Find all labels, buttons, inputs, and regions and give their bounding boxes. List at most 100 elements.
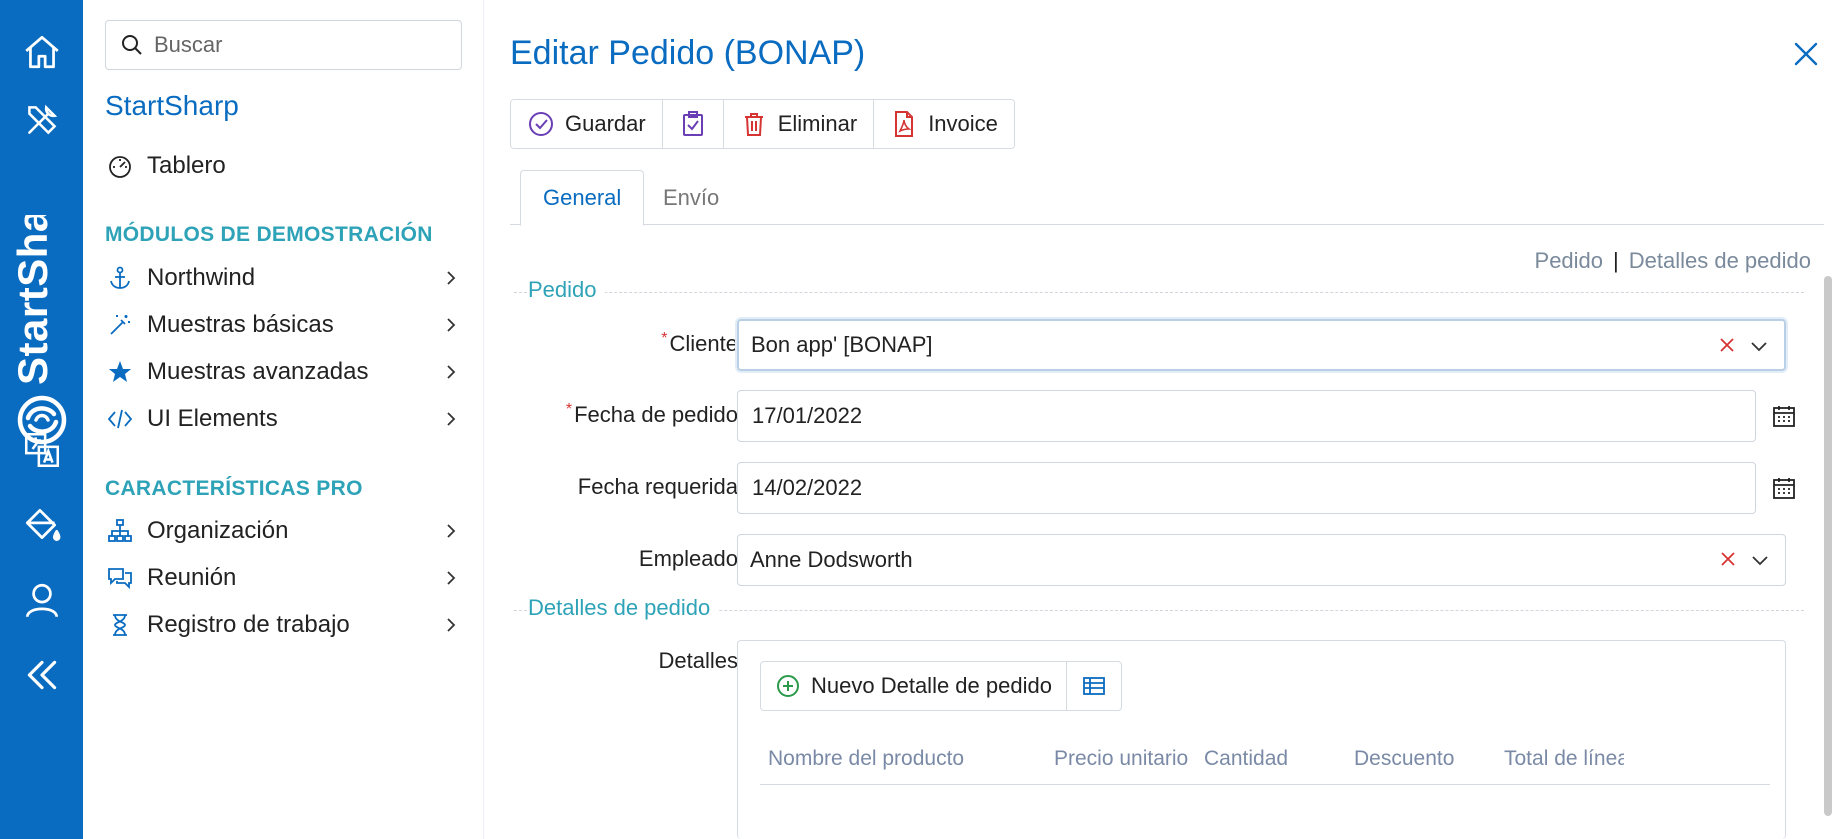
order-date-label-text: Fecha de pedido xyxy=(574,402,738,427)
sidebar-item-ui-elements[interactable]: UI Elements xyxy=(105,399,465,439)
scrollbar-thumb[interactable] xyxy=(1824,276,1832,816)
category-link-details[interactable]: Detalles de pedido xyxy=(1629,248,1811,274)
invoice-button[interactable]: Invoice xyxy=(874,100,1014,148)
chevron-right-icon xyxy=(447,318,456,332)
icon-rail: StartShar xyxy=(0,0,83,839)
category-title: Pedido xyxy=(528,277,605,303)
chevron-right-icon xyxy=(447,412,456,426)
required-date-input[interactable]: 14/02/2022 xyxy=(737,462,1756,514)
column-header-discount[interactable]: Descuento xyxy=(1354,747,1454,771)
sidebar-item-label: Muestras básicas xyxy=(147,311,334,338)
required-date-label: Fecha requerida xyxy=(577,474,738,499)
clear-icon[interactable] xyxy=(1716,334,1738,356)
sidebar-item-label: Northwind xyxy=(147,264,256,291)
pdf-icon xyxy=(895,111,914,137)
collapse-icon[interactable] xyxy=(20,653,64,697)
star-icon xyxy=(105,357,135,387)
close-icon[interactable] xyxy=(1790,38,1822,70)
chevron-down-icon[interactable] xyxy=(1748,335,1770,357)
sidebar-item-label: Tablero xyxy=(147,152,226,179)
column-header-product[interactable]: Nombre del producto xyxy=(768,747,964,771)
details-label: Detalles xyxy=(658,648,738,673)
customer-value: Bon app' [BONAP] xyxy=(751,332,933,357)
sidebar-item-northwind[interactable]: Northwind xyxy=(105,258,465,298)
required-marker: * xyxy=(661,330,668,347)
brand-text: StartShar xyxy=(10,215,56,385)
tab-bar: General Envío xyxy=(510,170,1824,226)
customer-label: *Cliente xyxy=(661,330,738,357)
category-order: Pedido xyxy=(514,277,1804,307)
apply-changes-button[interactable] xyxy=(662,100,724,148)
calendar-icon[interactable] xyxy=(1771,475,1797,501)
sidebar-item-worklog[interactable]: Registro de trabajo xyxy=(105,605,465,645)
save-label: Guardar xyxy=(565,111,646,136)
anchor-icon xyxy=(105,263,135,293)
trash-icon xyxy=(744,113,763,136)
employee-value: Anne Dodsworth xyxy=(750,547,913,572)
tab-general[interactable]: General xyxy=(520,170,645,226)
sidebar-item-label: UI Elements xyxy=(147,405,278,432)
customer-select[interactable]: Bon app' [BONAP] xyxy=(737,319,1786,371)
sidebar-item-advanced-samples[interactable]: Muestras avanzadas xyxy=(105,352,465,392)
sidebar-item-organization[interactable]: Organización xyxy=(105,511,465,551)
employee-select[interactable]: Anne Dodsworth xyxy=(737,534,1786,586)
required-marker: * xyxy=(565,401,573,418)
link-separator: | xyxy=(1613,248,1619,273)
user-icon[interactable] xyxy=(20,578,64,622)
new-detail-button[interactable]: Nuevo Detalle de pedido xyxy=(761,662,1067,710)
chevron-right-icon xyxy=(447,524,456,538)
details-grid: Nuevo Detalle de pedido Nombre del produ… xyxy=(737,640,1786,839)
column-header-line-total[interactable]: Total de línea xyxy=(1504,747,1624,771)
page-title: Editar Pedido (BONAP) xyxy=(510,34,866,72)
tools-icon[interactable] xyxy=(20,98,64,142)
chevron-down-icon[interactable] xyxy=(1749,549,1771,571)
delete-label: Eliminar xyxy=(777,111,858,136)
table-icon xyxy=(1083,677,1105,695)
chevron-right-icon xyxy=(447,271,456,285)
category-link-order[interactable]: Pedido xyxy=(1535,248,1604,274)
search-input[interactable] xyxy=(154,32,454,58)
chevron-right-icon xyxy=(447,571,456,585)
sidebar-item-label: Organización xyxy=(147,517,289,544)
sidebar-item-label: Muestras avanzadas xyxy=(147,358,369,385)
home-icon[interactable] xyxy=(20,30,64,74)
category-divider xyxy=(514,292,1804,293)
sidebar-item-label: Reunión xyxy=(147,564,237,591)
calendar-icon[interactable] xyxy=(1771,403,1797,429)
tab-shipping[interactable]: Envío xyxy=(641,170,741,225)
section-header-demo: MÓDULOS DE DEMOSTRACIÓN xyxy=(105,223,433,246)
search-box[interactable] xyxy=(105,20,462,70)
sidebar-title[interactable]: StartSharp xyxy=(105,90,239,122)
clear-icon[interactable] xyxy=(1717,548,1739,570)
sidebar-item-label: Registro de trabajo xyxy=(147,611,350,638)
section-header-pro: CARACTERÍSTICAS PRO xyxy=(105,477,363,500)
save-button[interactable]: Guardar xyxy=(511,100,663,148)
org-chart-icon xyxy=(105,516,135,546)
sidebar: StartSharp Tablero MÓDULOS DE DEMOSTRACI… xyxy=(83,0,484,839)
column-header-quantity[interactable]: Cantidad xyxy=(1204,747,1288,771)
check-circle-icon xyxy=(529,112,553,136)
category-links: Pedido | Detalles de pedido xyxy=(1535,248,1811,274)
column-picker-button[interactable] xyxy=(1067,662,1121,710)
paint-bucket-icon[interactable] xyxy=(20,503,64,547)
order-date-input[interactable]: 17/01/2022 xyxy=(737,390,1756,442)
column-header-unit-price[interactable]: Precio unitario xyxy=(1054,747,1188,771)
order-date-label: *Fecha de pedido xyxy=(565,401,738,428)
category-title: Detalles de pedido xyxy=(528,595,719,621)
grid-header: Nombre del producto Precio unitario Cant… xyxy=(760,741,1770,785)
chat-icon xyxy=(105,563,135,593)
translate-icon[interactable] xyxy=(20,428,64,472)
chevron-right-icon xyxy=(447,365,456,379)
sidebar-item-meeting[interactable]: Reunión xyxy=(105,558,465,598)
clipboard-check-icon xyxy=(682,111,703,136)
employee-label: Empleado xyxy=(638,546,738,571)
order-dialog: Editar Pedido (BONAP) Guardar Eliminar I… xyxy=(484,0,1848,839)
sidebar-item-dashboard[interactable]: Tablero xyxy=(105,146,465,186)
grid-toolbar: Nuevo Detalle de pedido xyxy=(760,661,1122,711)
hourglass-icon xyxy=(105,610,135,640)
dialog-toolbar: Guardar Eliminar Invoice xyxy=(510,99,1015,149)
chevron-right-icon xyxy=(447,618,456,632)
dashboard-icon xyxy=(105,151,135,181)
delete-button[interactable]: Eliminar xyxy=(723,100,875,148)
sidebar-item-basic-samples[interactable]: Muestras básicas xyxy=(105,305,465,345)
